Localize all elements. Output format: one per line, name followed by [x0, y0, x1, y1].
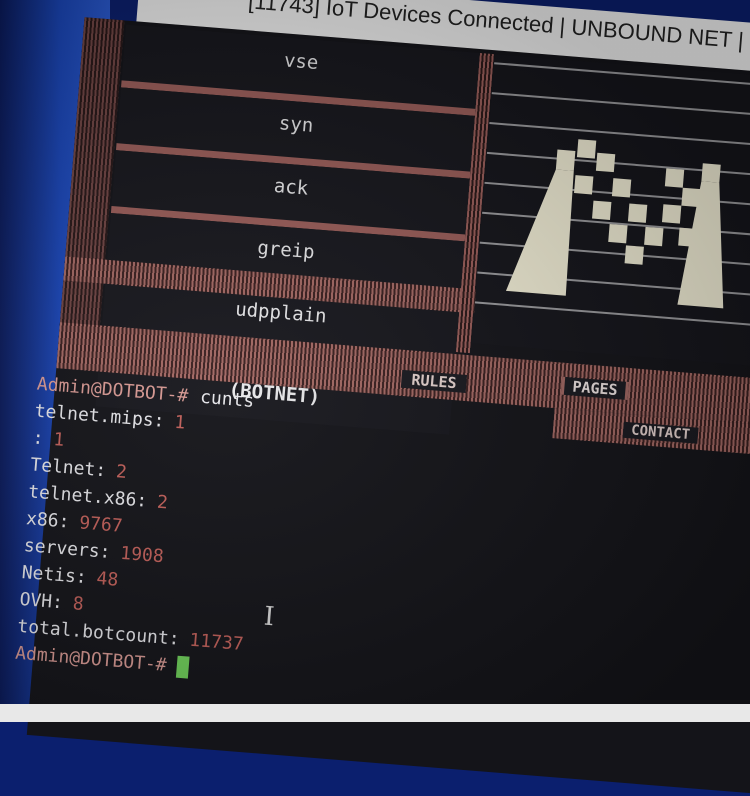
- nav-pages-link[interactable]: PAGES: [560, 376, 630, 400]
- stat-value: 1: [52, 429, 66, 451]
- stat-key: x86:: [25, 508, 71, 533]
- stat-value: 1908: [119, 542, 165, 568]
- text-cursor-icon: [175, 655, 190, 679]
- command-text: cunts: [199, 386, 256, 413]
- ascii-art-icon: [505, 139, 724, 309]
- stat-key: servers:: [23, 535, 112, 563]
- terminal-output: Admin@DOTBOT-# cunts telnet.mips: 1 :1 Tel…: [14, 371, 656, 717]
- stat-value: 9767: [78, 512, 124, 537]
- scanline: [491, 92, 750, 119]
- desk-edge: [0, 704, 750, 722]
- stat-value: 2: [115, 461, 128, 484]
- ascii-art-panel: [471, 54, 750, 368]
- stat-value: 1: [173, 411, 187, 434]
- nav-rules-link[interactable]: RULES: [400, 369, 468, 393]
- stat-value: 48: [95, 568, 120, 591]
- stat-value: 8: [71, 593, 85, 615]
- stat-key: Telnet:: [29, 454, 107, 482]
- stat-key: Netis:: [20, 561, 88, 589]
- stat-key: OVH:: [18, 588, 64, 614]
- stat-key: :: [31, 427, 45, 450]
- stat-value: 11737: [188, 629, 245, 655]
- monitor-window: [11743] IoT Devices Connected | UNBOUND …: [0, 0, 750, 796]
- stat-value: 2: [156, 491, 169, 514]
